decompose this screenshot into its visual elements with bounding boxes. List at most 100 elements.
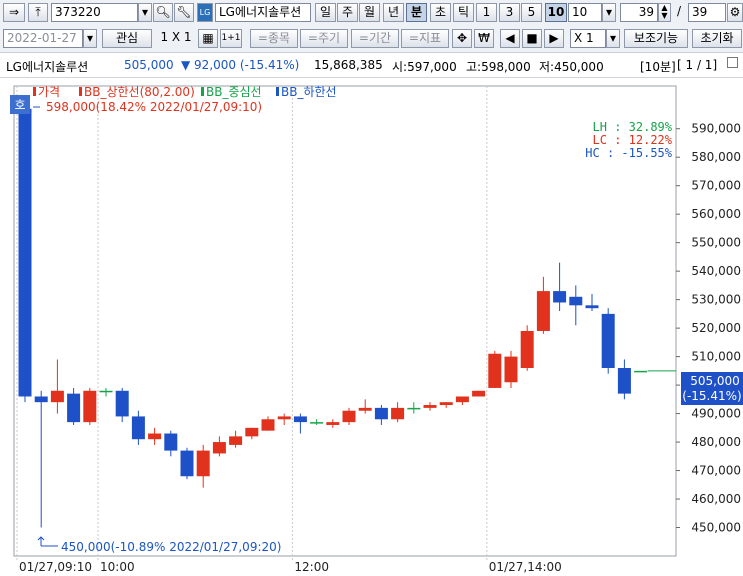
aux-function-button[interactable]: 보조기능 xyxy=(624,29,688,48)
stock-name-field: LG에너지솔루션 xyxy=(215,3,311,22)
date-dropdown-chevron-icon[interactable]: ▾ xyxy=(83,29,97,48)
toolbar-top: ⇒ ⤒ 373220 ▾ 🔍︎ 🔧︎ LG LG에너지솔루션 일주월년분초틱13… xyxy=(0,0,743,27)
code-dropdown-chevron-icon[interactable]: ▾ xyxy=(138,3,152,22)
legend-swatch xyxy=(276,87,279,96)
settings-icon[interactable]: ⚙ xyxy=(727,3,743,22)
legend-entry: BB_중심선 xyxy=(206,85,262,99)
legend-entry: BB_상한선(80,2.00) xyxy=(84,85,195,99)
count-spinner-icon[interactable]: ▲ ▼ xyxy=(658,3,671,22)
candle-body xyxy=(504,356,518,383)
current-pct-label: (-15.41%) xyxy=(682,389,741,403)
y-tick-label: 590,000 xyxy=(691,122,741,136)
candle-body xyxy=(180,450,194,477)
y-tick-label: 460,000 xyxy=(691,492,741,506)
grid-icon[interactable]: ▦ xyxy=(198,29,218,48)
period-tab-2[interactable]: 월 xyxy=(359,3,380,22)
x-tick-label: 10:00 xyxy=(100,560,135,574)
toolbar-item-1[interactable]: =주기 xyxy=(300,29,348,48)
legend-swatch xyxy=(33,87,36,96)
candle-body xyxy=(439,402,453,406)
candle-body xyxy=(131,416,145,440)
candle xyxy=(601,308,615,374)
toolbar-item-0[interactable]: =종목 xyxy=(250,29,298,48)
candle xyxy=(520,325,534,371)
next-icon[interactable]: ▶ xyxy=(544,29,564,48)
reset-button[interactable]: 초기화 xyxy=(692,29,742,48)
candle-body xyxy=(488,353,502,388)
badge-label: 호 xyxy=(14,98,25,112)
logo-icon: LG xyxy=(197,3,213,22)
count-total-field: 39 xyxy=(688,3,726,22)
min-annotation: 450,000(-10.89% 2022/01/27,09:20) xyxy=(61,540,281,554)
candle-body xyxy=(358,407,372,411)
layout-small-button[interactable]: 1+1 xyxy=(220,29,242,48)
y-tick-label: 450,000 xyxy=(691,521,741,535)
legend-entry: BB_하한선 xyxy=(281,85,337,99)
arrow-right-icon[interactable]: ⇒ xyxy=(3,3,25,22)
search-icon[interactable]: 🔍︎ xyxy=(153,3,173,22)
maximize-icon[interactable] xyxy=(727,57,738,68)
y-tick-label: 520,000 xyxy=(691,321,741,335)
candle-body xyxy=(293,416,307,423)
period-tab-0[interactable]: 일 xyxy=(315,3,336,22)
layout-button[interactable]: 1 X 1 xyxy=(155,29,197,48)
candle-body xyxy=(115,390,129,417)
minute-button-0[interactable]: 1 xyxy=(476,3,497,22)
scale-select[interactable]: X 1 xyxy=(570,29,606,48)
candle-body xyxy=(585,305,599,309)
x-tick-label: 01/27,09:10 xyxy=(19,560,92,574)
candle-body xyxy=(423,405,437,408)
period-tab-1[interactable]: 주 xyxy=(337,3,358,22)
info-page: [ 1 / 1] xyxy=(677,58,718,72)
minute-button-2[interactable]: 5 xyxy=(521,3,542,22)
minute-button-3[interactable]: 10 xyxy=(545,3,567,22)
candle xyxy=(634,370,648,373)
period-tab-5[interactable]: 초 xyxy=(430,3,451,22)
candle-body xyxy=(520,330,534,368)
candle-body xyxy=(310,422,324,424)
period-tab-3[interactable]: 년 xyxy=(383,3,404,22)
count-input[interactable]: 39 xyxy=(620,3,658,22)
stock-code-input[interactable]: 373220 xyxy=(51,3,138,22)
info-volume: 15,868,385 xyxy=(314,58,383,72)
candlestick-chart: 450,000460,000470,000480,000490,000500,0… xyxy=(0,78,743,576)
candle-body xyxy=(245,427,259,437)
prev-icon[interactable]: ◀ xyxy=(500,29,520,48)
max-annotation: 598,000(18.42% 2022/01/27,09:10) xyxy=(46,100,262,114)
x-tick-label: 01/27,14:00 xyxy=(489,560,562,574)
candle-body xyxy=(196,450,210,477)
candle xyxy=(180,447,194,480)
y-tick-label: 550,000 xyxy=(691,236,741,250)
scale-dropdown-chevron-icon[interactable]: ▾ xyxy=(606,29,620,48)
y-tick-label: 490,000 xyxy=(691,407,741,421)
minute-select[interactable]: 10 xyxy=(568,3,602,22)
candle-body xyxy=(50,390,64,403)
candle xyxy=(18,105,32,403)
candle-body xyxy=(391,407,405,420)
price-info-bar: LG에너지솔루션 505,000 ▼ 92,000 (-15.41%) 15,8… xyxy=(0,53,743,78)
period-tab-6[interactable]: 틱 xyxy=(453,3,474,22)
candle-body xyxy=(601,313,615,368)
candle-body xyxy=(342,410,356,423)
hc-readout: HC : -15.55% xyxy=(585,146,672,160)
wrench-icon[interactable]: 🔧︎ xyxy=(174,3,194,22)
toolbar-item-3[interactable]: =지표 xyxy=(401,29,449,48)
pin-icon[interactable]: ⤒ xyxy=(28,3,48,22)
crosshair-icon[interactable]: ✥ xyxy=(452,29,472,48)
candle-body xyxy=(34,396,48,403)
y-tick-label: 510,000 xyxy=(691,350,741,364)
candle xyxy=(472,390,486,397)
toolbar-item-2[interactable]: =기간 xyxy=(351,29,399,48)
candle-body xyxy=(536,291,550,331)
current-price-label: 505,000 xyxy=(690,374,740,388)
period-tab-4[interactable]: 분 xyxy=(406,3,427,22)
minute-button-1[interactable]: 3 xyxy=(499,3,520,22)
info-open: 시:597,000 xyxy=(392,60,457,74)
minute-dropdown-chevron-icon[interactable]: ▾ xyxy=(602,3,616,22)
legend-swatch xyxy=(79,87,82,96)
date-input[interactable]: 2022-01-27 xyxy=(3,29,83,48)
interest-button[interactable]: 관심 xyxy=(102,29,152,48)
stop-icon[interactable]: ■ xyxy=(522,29,542,48)
won-button[interactable]: ₩ xyxy=(474,29,494,48)
candle-body xyxy=(18,108,32,397)
